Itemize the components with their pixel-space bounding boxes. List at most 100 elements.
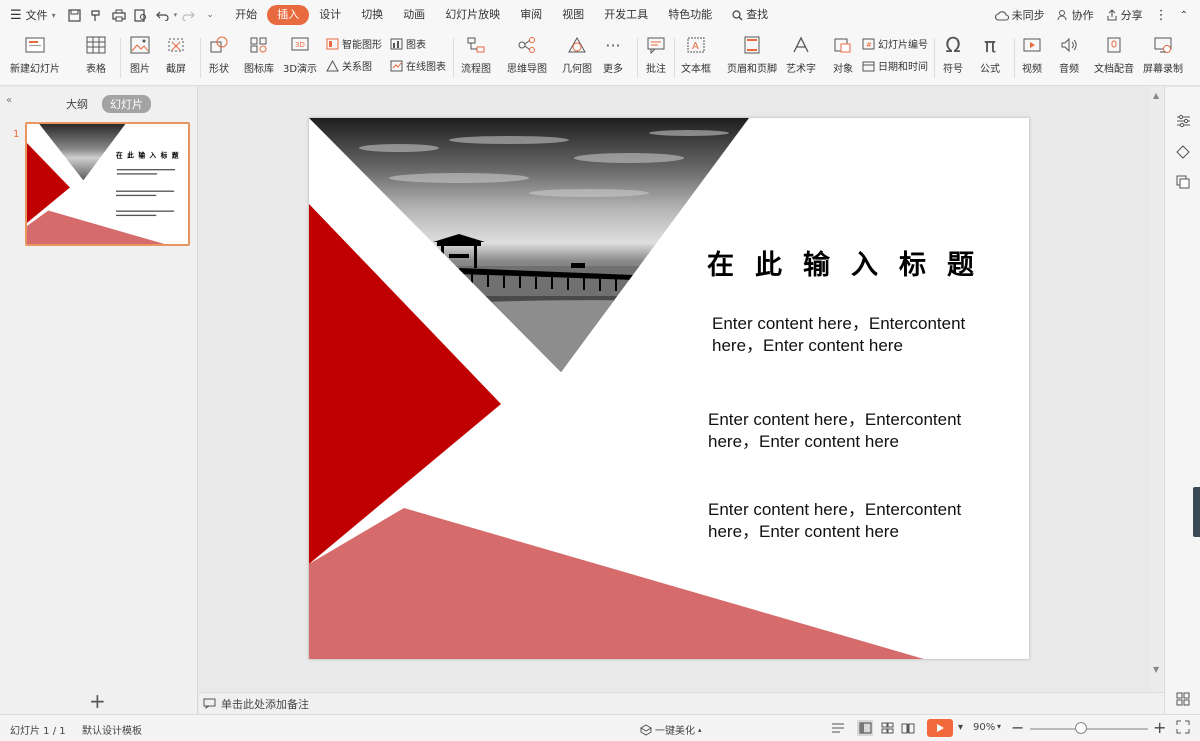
content-text-1[interactable]: Enter content here，Entercontent here，Ent… — [712, 313, 1002, 357]
tab-home[interactable]: 开始 — [225, 5, 267, 25]
slide-title[interactable]: 在此输入标题 — [707, 243, 995, 282]
scroll-down-icon[interactable]: ▼ — [1153, 665, 1159, 674]
properties-icon[interactable] — [1175, 113, 1191, 129]
sync-status[interactable]: 未同步 — [994, 7, 1045, 23]
new-slide-button[interactable]: 新建幻灯片 — [10, 33, 60, 75]
tab-outline[interactable]: 大纲 — [58, 95, 96, 113]
flowchart-button[interactable]: 流程图 — [461, 33, 491, 75]
tab-insert[interactable]: 插入 — [267, 5, 310, 25]
tab-view[interactable]: 视图 — [552, 5, 594, 25]
zoom-slider[interactable] — [1030, 728, 1148, 730]
table-button[interactable]: 表格 — [84, 33, 108, 75]
textbox-button[interactable]: A 文本框 — [681, 33, 711, 75]
collapse-panel-icon[interactable]: « — [6, 95, 12, 106]
shape-button[interactable]: 形状 — [207, 33, 231, 75]
doc-dub-button[interactable]: 文档配音 — [1094, 33, 1134, 75]
play-slideshow-button[interactable] — [927, 719, 953, 737]
mindmap-button[interactable]: 思维导图 — [507, 33, 547, 75]
fit-window-icon[interactable] — [1176, 720, 1190, 734]
smart-graphic-button[interactable]: 智能图形 — [325, 36, 382, 51]
save-icon[interactable] — [64, 4, 86, 26]
svg-text:#: # — [866, 41, 872, 49]
search-icon — [732, 9, 743, 20]
copy-icon[interactable] — [1175, 174, 1191, 190]
tab-transition[interactable]: 切换 — [351, 5, 393, 25]
zoom-in-icon[interactable]: + — [1153, 718, 1166, 737]
reading-view-icon[interactable] — [900, 720, 916, 736]
comment-label: 批注 — [646, 64, 666, 75]
comment-icon — [644, 33, 668, 57]
tab-design[interactable]: 设计 — [309, 5, 351, 25]
icon-library-button[interactable]: 图标库 — [244, 33, 274, 75]
print-icon[interactable] — [108, 4, 130, 26]
grid-icon[interactable] — [1175, 691, 1191, 707]
tab-animation[interactable]: 动画 — [393, 5, 435, 25]
zoom-out-icon[interactable]: − — [1011, 718, 1024, 737]
online-chart-button[interactable]: 在线图表 — [389, 58, 446, 73]
format-painter-icon[interactable] — [86, 4, 108, 26]
screenshot-button[interactable]: 截屏 — [164, 33, 188, 75]
design-icon[interactable] — [1175, 144, 1191, 160]
collab-button[interactable]: 协作 — [1057, 7, 1094, 23]
geometry-button[interactable]: 几何图 — [562, 33, 592, 75]
notes-bar[interactable]: 单击此处添加备注 — [199, 692, 1164, 714]
header-footer-label: 页眉和页脚 — [727, 64, 777, 75]
beautify-button[interactable]: 一键美化 ▴ — [640, 722, 702, 737]
chart-button[interactable]: 图表 — [389, 36, 426, 51]
zoom-slider-handle[interactable] — [1075, 722, 1087, 734]
play-options-icon[interactable]: ▾ — [958, 722, 963, 733]
add-slide-button[interactable]: + — [89, 689, 106, 713]
normal-view-icon[interactable] — [857, 720, 873, 736]
tab-slideshow[interactable]: 幻灯片放映 — [435, 5, 510, 25]
sorter-view-icon[interactable] — [879, 720, 895, 736]
slide-number-button[interactable]: # 幻灯片编号 — [861, 36, 928, 51]
formula-label: 公式 — [980, 64, 1000, 75]
audio-button[interactable]: 音频 — [1057, 33, 1081, 75]
tab-developer[interactable]: 开发工具 — [594, 5, 658, 25]
more-button[interactable]: ··· 更多 — [601, 33, 625, 76]
slide-thumbnail[interactable]: 在此输入标题 — [25, 122, 190, 246]
notes-view-icon[interactable] — [830, 720, 846, 736]
picture-button[interactable]: 图片 — [128, 33, 152, 75]
zoom-dropdown-icon[interactable]: ▾ — [997, 722, 1001, 731]
table-label: 表格 — [86, 64, 106, 75]
template-name[interactable]: 默认设计模板 — [82, 722, 142, 737]
3d-demo-label: 3D演示 — [283, 64, 318, 75]
side-panel-handle[interactable] — [1193, 487, 1200, 537]
3d-demo-button[interactable]: 3D 3D演示 — [283, 33, 317, 75]
search-box[interactable]: 查找 — [722, 5, 778, 25]
share-button[interactable]: 分享 — [1106, 7, 1143, 23]
chart-icon — [389, 37, 403, 51]
screen-record-button[interactable]: 屏幕录制 — [1143, 33, 1183, 75]
scroll-up-icon[interactable]: ▲ — [1153, 91, 1159, 100]
undo-icon[interactable] — [152, 4, 174, 26]
datetime-button[interactable]: 日期和时间 — [861, 58, 928, 73]
print-preview-icon[interactable] — [130, 4, 152, 26]
redo-icon[interactable] — [177, 4, 199, 26]
collapse-ribbon-icon[interactable]: ⌃ — [1180, 10, 1188, 21]
object-button[interactable]: 对象 — [831, 33, 855, 75]
customize-toolbar-icon[interactable]: ⌄ — [199, 4, 221, 26]
textbox-icon: A — [684, 33, 708, 57]
ribbon-divider — [674, 38, 675, 78]
zoom-level[interactable]: 90% — [973, 722, 995, 733]
formula-button[interactable]: π 公式 — [978, 33, 1002, 75]
header-footer-button[interactable]: 页眉和页脚 — [727, 33, 777, 75]
shape-label: 形状 — [209, 64, 229, 75]
textbox-label: 文本框 — [681, 64, 711, 75]
tab-features[interactable]: 特色功能 — [658, 5, 722, 25]
content-text-3[interactable]: Enter content here，Entercontent here，Ent… — [708, 499, 998, 543]
vertical-scrollbar[interactable]: ▲ ▼ — [1150, 87, 1164, 692]
tab-slides[interactable]: 幻灯片 — [102, 95, 151, 113]
more-options-icon[interactable]: ⋮ — [1155, 8, 1168, 23]
relation-button[interactable]: 关系图 — [325, 58, 372, 73]
content-text-2[interactable]: Enter content here，Entercontent here，Ent… — [708, 409, 998, 453]
file-menu[interactable]: ☰ 文件 ▾ — [0, 0, 64, 30]
tab-review[interactable]: 审阅 — [510, 5, 552, 25]
slide[interactable]: 在此输入标题 Enter content here，Entercontent h… — [309, 118, 1029, 659]
comment-button[interactable]: 批注 — [644, 33, 668, 75]
symbol-button[interactable]: Ω 符号 — [941, 33, 965, 75]
wordart-button[interactable]: 艺术字 — [786, 33, 816, 75]
header-footer-icon — [740, 33, 764, 57]
video-button[interactable]: 视频 — [1020, 33, 1044, 75]
